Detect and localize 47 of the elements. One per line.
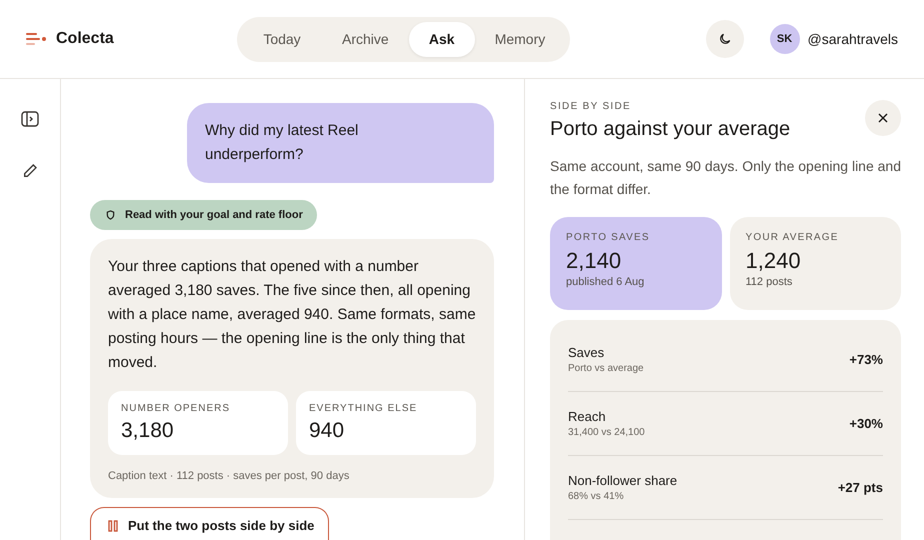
metric-card[interactable]: YOUR AVERAGE 1,240 112 posts [730,217,901,310]
pencil-icon [22,163,38,179]
sidebar-toggle-icon [21,111,39,127]
chip-label: Read with your goal and rate floor [125,208,303,221]
user-avatar[interactable]: SK [770,24,800,54]
metric-label: PORTO SAVES [566,232,651,243]
close-button[interactable] [865,100,901,136]
metric-value: 2,140 [566,248,622,274]
stat-label: NUMBER OPENERS [121,402,232,414]
row-change: +30% [849,416,883,431]
panel-title: Porto against your average [550,118,790,141]
row-detail: Porto vs average [568,363,644,374]
metric-value: 1,240 [746,248,802,274]
metric-note: 112 posts [746,276,794,288]
compare-button[interactable]: Put the two posts side by side [90,506,330,540]
nav-tab[interactable]: Ask [408,22,475,56]
row-change: +73% [849,352,883,367]
answer-text: Your three captions that opened with a number averaged 3,180 saves. The five since then, all opening with a place name, averaged 940. Same formats, same posting hours — the opening line is the only thing that moved. [108,256,476,373]
row-detail: 31,400 vs 24,100 [568,427,645,438]
row-name: Non-follower share [568,473,678,488]
sidebar-toggle-button[interactable] [21,111,39,127]
logo-icon [26,32,46,46]
stat-label: EVERYTHING ELSE [309,402,418,414]
theme-button[interactable] [706,20,744,58]
row-change: +27 pts [838,480,883,495]
shield-icon [106,210,115,220]
metric-label: YOUR AVERAGE [746,232,840,243]
nav-tab[interactable]: Archive [322,22,409,56]
stat-value: 940 [309,418,346,443]
nav-tab[interactable]: Today [242,22,322,56]
row-detail: 68% vs 41% [568,491,625,502]
panel-eyebrow: SIDE BY SIDE [550,101,632,112]
moon-icon [718,32,732,46]
row-name: Reach [568,409,607,424]
stat-value: 3,180 [121,418,175,443]
row-name: Saves [568,345,606,360]
close-icon [878,113,888,123]
nav-tab[interactable]: Memory [474,22,566,56]
new-chat-button[interactable] [22,163,38,179]
columns-icon [108,520,118,532]
brand-name: Colecta [56,30,114,48]
metric-note: published 6 Aug [566,276,646,288]
metric-card[interactable]: PORTO SAVES 2,140 published 6 Aug [550,217,722,310]
source-note: Caption text · 112 posts · saves per post, 90 days [108,470,350,482]
panel-description: Same account, same 90 days. Only the opening line and the format differ. [550,157,901,199]
question-bubble: Why did my latest Reel underperform? [187,103,494,183]
user-handle[interactable]: @sarahtravels [808,31,898,47]
